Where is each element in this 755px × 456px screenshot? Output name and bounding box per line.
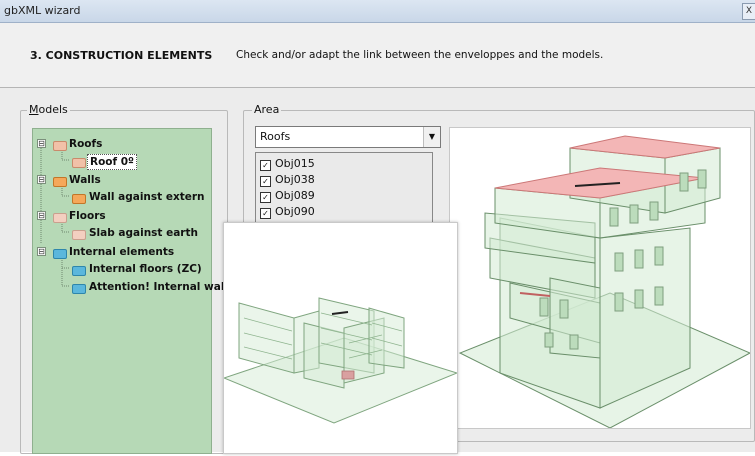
tree-item-wall-against-extern[interactable]: Wall against extern: [89, 190, 205, 204]
tree-item-roof-0[interactable]: Roof 0º: [87, 154, 137, 170]
floor-icon: [53, 213, 67, 223]
checkbox-checked-icon[interactable]: ✓: [260, 176, 271, 187]
building-thumbnail-view[interactable]: [222, 222, 459, 454]
checkbox-checked-icon[interactable]: ✓: [260, 192, 271, 203]
tree-item-internal-elements[interactable]: Internal elements: [69, 245, 174, 259]
checkbox-checked-icon[interactable]: ✓: [260, 208, 271, 219]
area-legend: Area: [252, 103, 282, 116]
expander-floors[interactable]: ⊟: [37, 211, 46, 220]
object-item[interactable]: ✓ Obj089: [260, 189, 410, 203]
wall-icon: [72, 194, 86, 204]
floor-icon: [72, 230, 86, 240]
models-legend-text: odels: [38, 103, 68, 116]
object-label: Obj015: [275, 157, 315, 170]
wizard-header: 3. CONSTRUCTION ELEMENTS Check and/or ad…: [0, 23, 755, 88]
window-titlebar: gbXML wizard X: [0, 0, 755, 23]
checkbox-checked-icon[interactable]: ✓: [260, 160, 271, 171]
close-button[interactable]: X: [742, 3, 755, 20]
expander-internal-elements[interactable]: ⊟: [37, 247, 46, 256]
expander-roofs[interactable]: ⊟: [37, 139, 46, 148]
step-description: Check and/or adapt the link between the …: [236, 49, 604, 61]
expander-walls[interactable]: ⊟: [37, 175, 46, 184]
models-tree[interactable]: ⊟ Roofs Roof 0º ⊟ Walls Wall against ext…: [32, 128, 237, 454]
object-label: Obj038: [275, 173, 315, 186]
chevron-down-icon[interactable]: ▼: [423, 127, 440, 147]
building-3d-view[interactable]: [449, 127, 752, 429]
area-type-value: Roofs: [260, 130, 291, 143]
tree-item-slab-against-earth[interactable]: Slab against earth: [89, 226, 198, 240]
building-model-image: [458, 135, 752, 429]
object-item[interactable]: ✓ Obj015: [260, 157, 410, 171]
tree-item-floors[interactable]: Floors: [69, 209, 106, 223]
internal-icon: [53, 249, 67, 259]
object-item[interactable]: ✓ Obj090: [260, 205, 410, 219]
building-thumbnail-image: [222, 297, 459, 424]
roof-icon: [72, 158, 86, 168]
roof-icon: [53, 141, 67, 151]
internal-icon: [72, 284, 86, 294]
tree-item-walls[interactable]: Walls: [69, 173, 101, 187]
object-item[interactable]: ✓ Obj038: [260, 173, 410, 187]
internal-icon: [72, 266, 86, 276]
object-label: Obj089: [275, 189, 315, 202]
area-type-select[interactable]: Roofs ▼: [255, 126, 441, 148]
wall-icon: [53, 177, 67, 187]
object-label: Obj090: [275, 205, 315, 218]
step-title: 3. CONSTRUCTION ELEMENTS: [30, 49, 213, 62]
tree-item-internal-wall[interactable]: Attention! Internal wall t: [89, 280, 237, 294]
models-legend-mnemonic: M: [29, 103, 39, 116]
models-legend: Models: [27, 103, 70, 116]
tree-item-roofs[interactable]: Roofs: [69, 137, 102, 151]
window-title: gbXML wizard: [4, 4, 81, 17]
tree-item-internal-floors[interactable]: Internal floors (ZC): [89, 262, 202, 276]
